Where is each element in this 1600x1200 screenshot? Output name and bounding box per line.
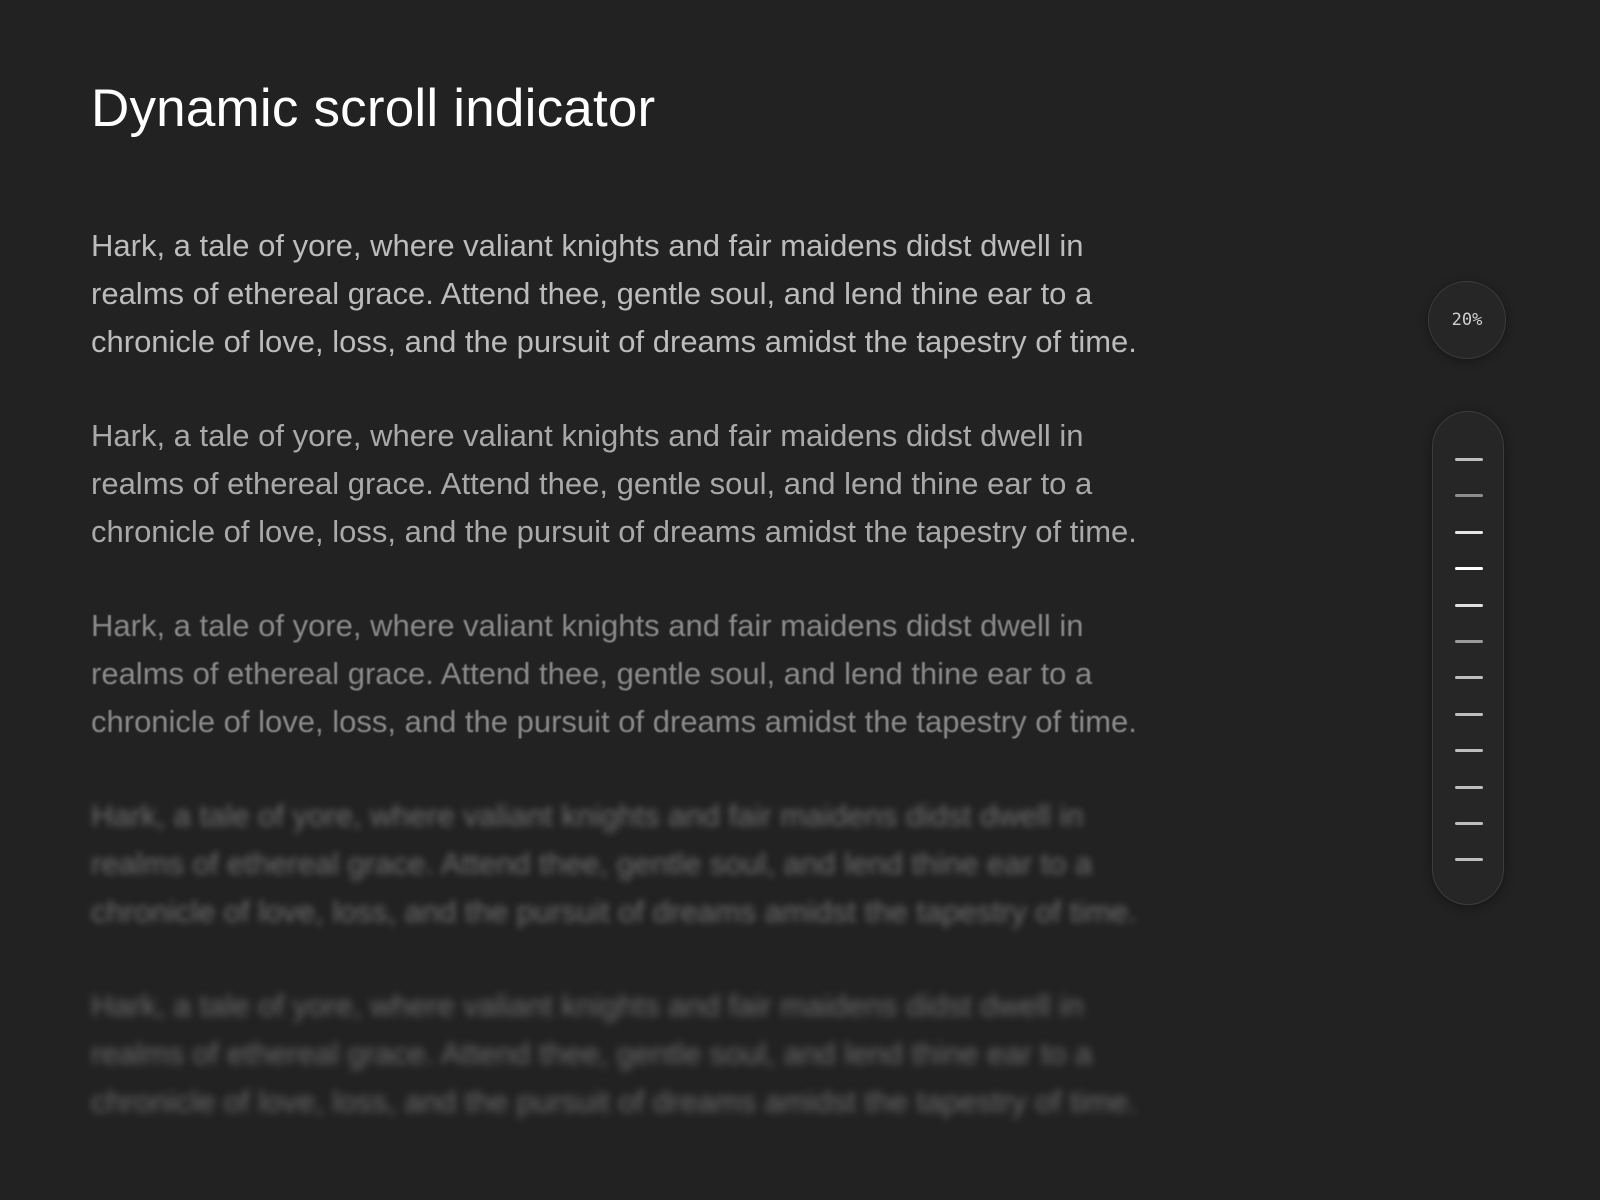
scroll-tick[interactable] [1455,531,1483,534]
paragraph: Hark, a tale of yore, where valiant knig… [91,608,1137,739]
scroll-tick[interactable] [1455,749,1483,752]
scroll-tick[interactable] [1455,676,1483,679]
paragraph: Hark, a tale of yore, where valiant knig… [91,988,1137,1119]
article-content[interactable]: Hark, a tale of yore, where valiant knig… [91,222,1171,1172]
scroll-tick[interactable] [1455,786,1483,789]
scroll-percent-badge: 20% [1428,281,1506,359]
paragraph: Hark, a tale of yore, where valiant knig… [91,798,1137,929]
scroll-tick[interactable] [1455,822,1483,825]
scroll-tick[interactable] [1455,604,1483,607]
scroll-tick[interactable] [1455,640,1483,643]
paragraph: Hark, a tale of yore, where valiant knig… [91,418,1137,549]
scroll-tick[interactable] [1455,458,1483,461]
scroll-tick[interactable] [1455,713,1483,716]
scroll-tick[interactable] [1455,494,1483,497]
paragraph: Hark, a tale of yore, where valiant knig… [91,228,1137,359]
page: Dynamic scroll indicator Hark, a tale of… [0,0,1600,1200]
scroll-percent-label: 20% [1451,310,1483,330]
page-title: Dynamic scroll indicator [91,79,656,138]
scroll-tick[interactable] [1455,858,1483,861]
scroll-indicator-track[interactable] [1432,411,1504,905]
scroll-tick[interactable] [1455,567,1483,570]
